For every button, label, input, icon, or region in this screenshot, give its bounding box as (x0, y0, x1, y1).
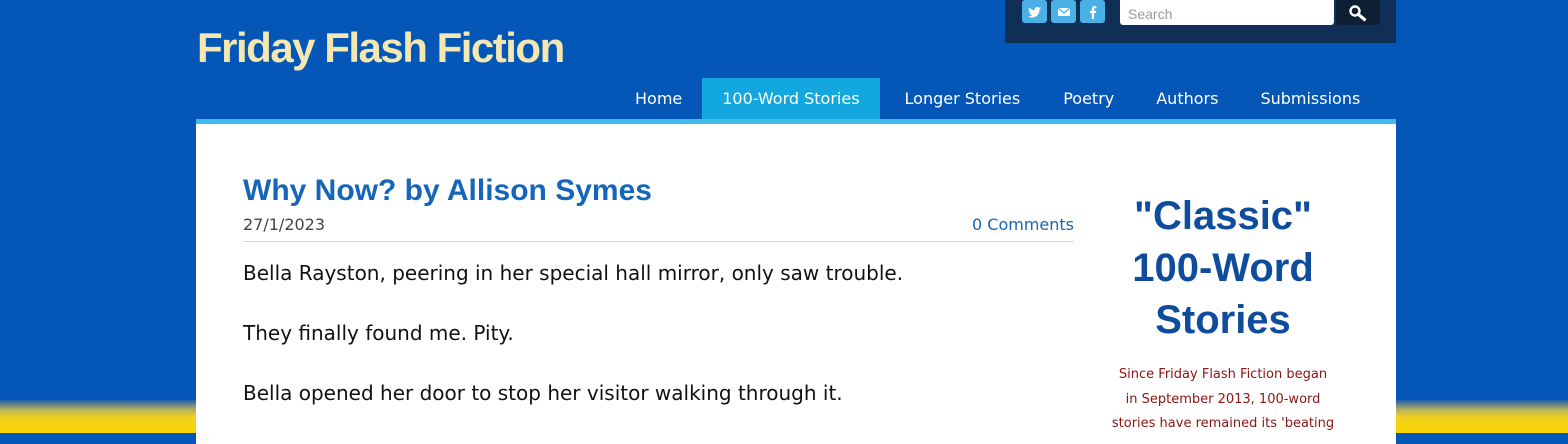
content-panel: Why Now? by Allison Symes 27/1/2023 0 Co… (196, 124, 1396, 444)
sidebar-heading-line: "Classic" (1133, 194, 1313, 238)
sidebar-intro-text: Since Friday Flash Fiction began in Sept… (1101, 363, 1345, 437)
post-paragraph: Bella opened her door to stop her visito… (243, 381, 843, 405)
twitter-icon[interactable] (1022, 0, 1047, 23)
nav-item-100-word-stories[interactable]: 100-Word Stories (702, 78, 880, 119)
post-paragraph: Bella Rayston, peering in her special ha… (243, 261, 904, 285)
sidebar-heading-line: Stories (1155, 298, 1291, 342)
search-input[interactable] (1120, 0, 1334, 25)
facebook-icon[interactable] (1080, 0, 1105, 23)
search-button[interactable] (1336, 0, 1380, 25)
mail-icon[interactable] (1051, 0, 1076, 23)
nav-item-submissions[interactable]: Submissions (1239, 78, 1381, 119)
post-divider (243, 241, 1074, 242)
site-title[interactable]: Friday Flash Fiction (197, 24, 565, 72)
sidebar-text-line: Since Friday Flash Fiction began (1118, 367, 1328, 382)
nav-item-authors[interactable]: Authors (1135, 78, 1239, 119)
sidebar-heading-line: 100-Word (1132, 246, 1314, 290)
post-paragraph: They finally found me. Pity. (243, 321, 514, 345)
sidebar-heading: "Classic" 100-Word Stories (1101, 190, 1345, 346)
magnifier-icon (1349, 4, 1367, 21)
post-title[interactable]: Why Now? by Allison Symes (243, 174, 652, 208)
comments-link[interactable]: 0 Comments (972, 215, 1074, 234)
main-nav: Home 100-Word Stories Longer Stories Poe… (615, 78, 1381, 119)
sidebar-text-line: in September 2013, 100-word (1125, 391, 1321, 407)
post-date: 27/1/2023 (243, 215, 326, 234)
nav-item-longer-stories[interactable]: Longer Stories (880, 78, 1043, 119)
nav-item-home[interactable]: Home (615, 78, 702, 119)
nav-item-poetry[interactable]: Poetry (1042, 78, 1135, 119)
